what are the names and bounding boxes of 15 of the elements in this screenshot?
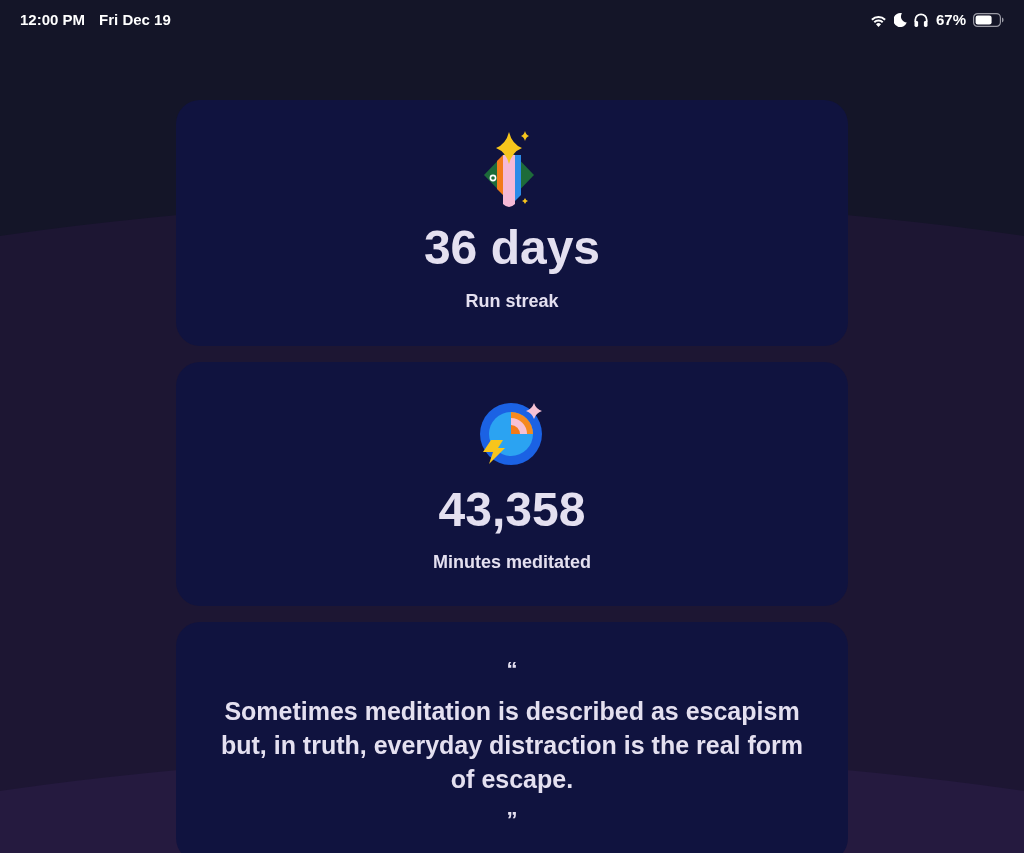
stat-label: Minutes meditated — [433, 551, 591, 573]
status-date: Fri Dec 19 — [99, 9, 171, 30]
stat-value: 43,358 — [438, 486, 586, 534]
headphones-icon — [913, 13, 928, 27]
status-time: 12:00 PM — [20, 9, 86, 30]
pie-clock-icon — [479, 400, 545, 466]
quote-open-mark: “ — [506, 658, 518, 682]
stat-label: Run streak — [465, 290, 559, 312]
stat-value: 36 days — [423, 224, 601, 272]
moon-icon — [893, 13, 907, 27]
quote-close-mark: ” — [506, 808, 518, 832]
battery-icon — [973, 13, 1004, 27]
wifi-icon — [869, 13, 887, 27]
battery-percent: 67% — [935, 9, 966, 30]
quote-text: Sometimes meditation is described as escapism but, in truth, everyday distraction is the real form of escape. — [220, 696, 804, 795]
